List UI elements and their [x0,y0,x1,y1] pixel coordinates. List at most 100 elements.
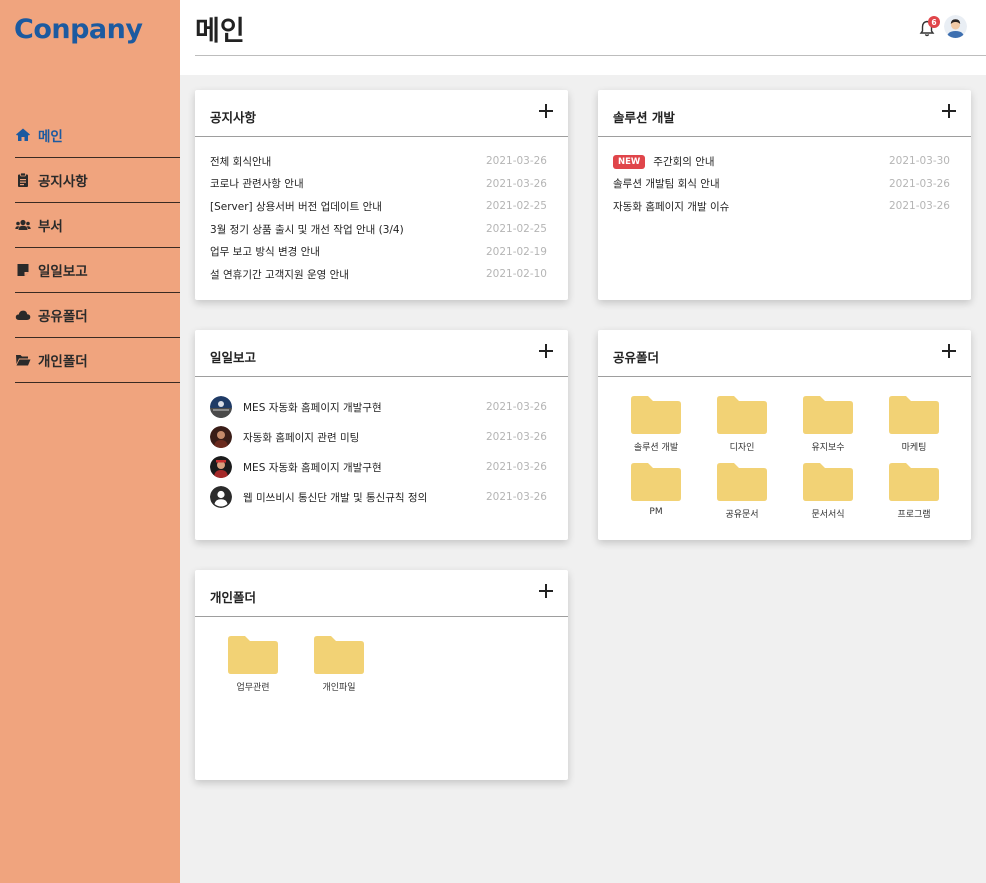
list-item[interactable]: 설 연휴기간 고객지원 운영 안내 2021-02-10 [210,263,547,286]
list-item[interactable]: 코로나 관련사항 안내 2021-03-26 [210,173,547,196]
solution-title: 솔루션 개발팀 회식 안내 [613,178,720,191]
folder-label: 개인파일 [322,683,356,693]
folder-icon [717,396,767,434]
folder-icon [631,463,681,501]
notice-title: 업무 보고 방식 변경 안내 [210,246,320,259]
folder-open-icon [15,352,31,368]
notice-title: 전체 회식안내 [210,155,272,168]
notification-button[interactable]: 6 [918,16,940,39]
page-title: 메인 [195,16,245,47]
add-shared-folder-button[interactable] [942,344,956,358]
folder-item[interactable]: 마케팅 [871,396,957,453]
sidebar-item-label: 개인폴더 [38,354,88,370]
list-item[interactable]: NEW 주간회의 안내 2021-03-30 [613,150,950,173]
avatar [210,426,232,448]
personal-folder-grid: 업무관련 개인파일 [210,636,554,693]
folder-item[interactable]: 문서서식 [785,463,871,520]
notice-date: 2021-02-10 [485,268,547,281]
solution-title: 주간회의 안내 [653,155,715,168]
notice-date: 2021-03-26 [485,155,547,168]
folder-item[interactable]: 공유문서 [699,463,785,520]
folder-icon [717,463,767,501]
folder-icon [889,463,939,501]
folder-item[interactable]: 프로그램 [871,463,957,520]
notification-badge: 6 [928,16,940,28]
daily-report-card: 일일보고 MES 자동화 홈페이지 개발구현 2021-03-26 자동화 홈페… [195,330,568,540]
add-report-button[interactable] [539,344,553,358]
sidebar-item-notice[interactable]: 공지사항 [15,158,180,203]
sidebar-item-daily-report[interactable]: 일일보고 [15,248,180,293]
notice-date: 2021-02-25 [485,223,547,236]
notice-card: 공지사항 전체 회식안내 2021-03-26 코로나 관련사항 안내 2021-0… [195,90,568,300]
folder-label: PM [649,507,663,517]
sidebar-item-department[interactable]: 부서 [15,203,180,248]
card-header: 일일보고 [195,330,568,377]
sidebar-item-label: 공유폴더 [38,309,88,325]
shared-folder-grid: 솔루션 개발 디자인 유지보수 마케팅 PM 공유문서 문서서식 프로그램 [613,396,957,520]
folder-item[interactable]: 업무관련 [210,636,296,693]
new-badge: NEW [613,154,646,169]
solution-card: 솔루션 개발 NEW 주간회의 안내 2021-03-30 솔루션 개발팀 회식 안… [598,90,971,300]
card-title: 솔루션 개발 [613,110,675,125]
list-item[interactable]: 자동화 홈페이지 관련 미팅 2021-03-26 [210,422,547,452]
solution-title-wrap: NEW 주간회의 안내 [613,154,715,169]
folder-label: 프로그램 [897,510,931,520]
report-date: 2021-03-26 [485,401,547,413]
solution-date: 2021-03-26 [888,177,950,190]
list-item[interactable]: [Server] 상용서버 버전 업데이트 안내 2021-02-25 [210,195,547,218]
users-icon [15,217,31,233]
folder-item[interactable]: 유지보수 [785,396,871,453]
add-notice-button[interactable] [539,104,553,118]
sidebar-item-shared-folder[interactable]: 공유폴더 [15,293,180,338]
folder-label: 업무관련 [236,683,270,693]
folder-item[interactable]: 솔루션 개발 [613,396,699,453]
list-item[interactable]: 웹 미쓰비시 통신단 개발 및 통신규칙 정의 2021-03-26 [210,482,547,512]
avatar [210,396,232,418]
note-icon [15,262,31,278]
shared-folder-card: 공유폴더 솔루션 개발 디자인 유지보수 마케팅 PM 공유문서 문서서식 프로… [598,330,971,540]
folder-icon [803,396,853,434]
notice-date: 2021-02-25 [485,200,547,213]
list-item[interactable]: MES 자동화 홈페이지 개발구현 2021-03-26 [210,452,547,482]
report-date: 2021-03-26 [485,461,547,473]
personal-folder-card: 개인폴더 업무관련 개인파일 [195,570,568,780]
sidebar-item-label: 일일보고 [38,264,88,280]
list-item[interactable]: 전체 회식안내 2021-03-26 [210,150,547,173]
user-avatar[interactable] [944,15,967,38]
sidebar-item-personal-folder[interactable]: 개인폴더 [15,338,180,383]
list-item[interactable]: 업무 보고 방식 변경 안내 2021-02-19 [210,240,547,263]
list-item[interactable]: MES 자동화 홈페이지 개발구현 2021-03-26 [210,392,547,422]
folder-item[interactable]: 디자인 [699,396,785,453]
add-solution-button[interactable] [942,104,956,118]
list-item[interactable]: 3월 정기 상품 출시 및 개선 작업 안내 (3/4) 2021-02-25 [210,218,547,241]
clipboard-icon [15,172,31,188]
folder-icon [631,396,681,434]
list-item[interactable]: 솔루션 개발팀 회식 안내 2021-03-26 [613,173,950,196]
folder-item[interactable]: PM [613,463,699,520]
folder-icon [889,396,939,434]
notice-title: 3월 정기 상품 출시 및 개선 작업 안내 (3/4) [210,223,404,236]
solution-title: 자동화 홈페이지 개발 이슈 [613,200,730,213]
folder-label: 디자인 [729,443,755,453]
card-title: 개인폴더 [210,590,257,605]
report-title: MES 자동화 홈페이지 개발구현 [243,401,382,414]
folder-item[interactable]: 개인파일 [296,636,382,693]
list-item[interactable]: 자동화 홈페이지 개발 이슈 2021-03-26 [613,195,950,218]
card-header: 솔루션 개발 [598,90,971,137]
card-header: 공유폴더 [598,330,971,377]
report-date: 2021-03-26 [485,431,547,443]
notice-title: 코로나 관련사항 안내 [210,178,304,191]
folder-icon [803,463,853,501]
report-list: MES 자동화 홈페이지 개발구현 2021-03-26 자동화 홈페이지 관련… [210,392,547,512]
home-icon [15,127,31,143]
card-header: 개인폴더 [195,570,568,617]
notice-title: 설 연휴기간 고객지원 운영 안내 [210,268,349,281]
company-logo[interactable]: Conpany [14,14,143,45]
sidebar-item-main[interactable]: 메인 [15,113,180,158]
default-user-icon [210,486,232,508]
folder-icon [314,636,364,674]
folder-label: 마케팅 [901,443,927,453]
add-personal-folder-button[interactable] [539,584,553,598]
sidebar-nav: 메인 공지사항 부서 일일보고 공유폴더 개인폴더 [15,113,180,383]
card-title: 공지사항 [210,110,257,125]
